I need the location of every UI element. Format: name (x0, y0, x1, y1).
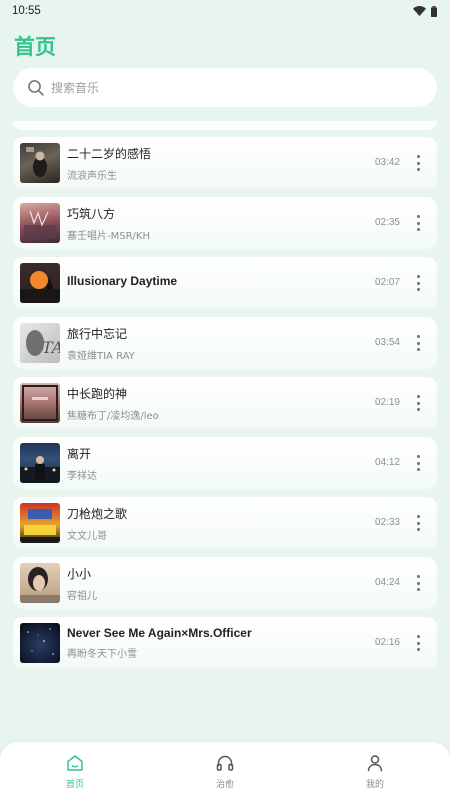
song-row[interactable]: 巧筑八方 塞壬唱片-MSR/KH 02:35 (13, 197, 437, 249)
song-list: 二十二岁的感悟 流浪声乐生 03:42 巧筑八方 塞壬唱片-MSR/KH 02:… (13, 137, 437, 677)
svg-text:TA: TA (42, 338, 60, 357)
album-cover (20, 143, 60, 183)
bottom-nav: 首页 治愈 我的 (0, 742, 450, 800)
nav-label: 首页 (65, 779, 84, 790)
song-row[interactable]: 离开 李祥达 04:12 (13, 437, 437, 489)
song-duration: 02:33 (374, 517, 400, 528)
wifi-icon (413, 6, 426, 16)
song-row[interactable]: Never See Me Again×Mrs.Officer 再盼冬天下小雪 0… (13, 617, 437, 669)
nav-item-home[interactable]: 首页 (30, 753, 120, 790)
search-icon (27, 79, 45, 97)
more-options-button[interactable] (413, 455, 423, 471)
album-cover (20, 383, 60, 423)
song-duration: 03:42 (374, 157, 400, 168)
album-cover (20, 563, 60, 603)
more-options-button[interactable] (413, 575, 423, 591)
album-cover (20, 623, 60, 663)
song-row[interactable]: 二十二岁的感悟 流浪声乐生 03:42 (13, 137, 437, 189)
nav-label: 治愈 (215, 779, 234, 790)
status-icons (413, 5, 437, 17)
more-options-button[interactable] (413, 515, 423, 531)
song-artist: 流浪声乐生 (67, 170, 117, 182)
more-options-button[interactable] (413, 215, 423, 231)
more-options-button[interactable] (413, 155, 423, 171)
song-duration: 02:16 (374, 637, 400, 648)
song-duration: 04:24 (374, 577, 400, 588)
search-input[interactable] (51, 80, 391, 95)
nav-item-profile[interactable]: 我的 (330, 753, 420, 790)
nav-item-healing[interactable]: 治愈 (180, 753, 270, 790)
song-artist: 塞壬唱片-MSR/KH (67, 230, 150, 242)
song-row[interactable]: TA 旅行中忘记 袁娅维TIA RAY 03:54 (13, 317, 437, 369)
status-bar: 10:55 (0, 0, 450, 22)
partial-list-item (13, 121, 437, 130)
album-cover: TA (20, 323, 60, 363)
search-bar[interactable] (13, 68, 437, 107)
album-cover (20, 443, 60, 483)
battery-icon (431, 5, 437, 17)
song-duration: 02:07 (374, 277, 400, 288)
song-row[interactable]: 刀枪炮之歌 文文儿哥 02:33 (13, 497, 437, 549)
page-title: 首页 (14, 35, 56, 59)
more-options-button[interactable] (413, 335, 423, 351)
song-artist: 焦糖布丁/凌均逸/leo (67, 410, 159, 422)
album-cover (20, 203, 60, 243)
more-options-button[interactable] (413, 635, 423, 651)
status-time: 10:55 (12, 5, 41, 17)
song-row[interactable]: Illusionary Daytime 02:07 (13, 257, 437, 309)
song-duration: 03:54 (374, 337, 400, 348)
person-icon (367, 754, 383, 771)
song-duration: 04:12 (374, 457, 400, 468)
home-icon (67, 754, 83, 771)
more-options-button[interactable] (413, 275, 423, 291)
album-cover (20, 503, 60, 543)
song-row[interactable]: 中长跑的神 焦糖布丁/凌均逸/leo 02:19 (13, 377, 437, 429)
song-duration: 02:19 (374, 397, 400, 408)
album-cover (20, 263, 60, 303)
song-artist: 容祖儿 (67, 590, 97, 602)
song-artist: 李祥达 (67, 470, 97, 482)
song-row[interactable]: 小小 容祖儿 04:24 (13, 557, 437, 609)
more-options-button[interactable] (413, 395, 423, 411)
headphones-icon (216, 755, 234, 771)
song-artist: 袁娅维TIA RAY (67, 350, 135, 362)
song-artist: 文文儿哥 (67, 530, 107, 542)
song-duration: 02:35 (374, 217, 400, 228)
nav-label: 我的 (365, 779, 384, 790)
